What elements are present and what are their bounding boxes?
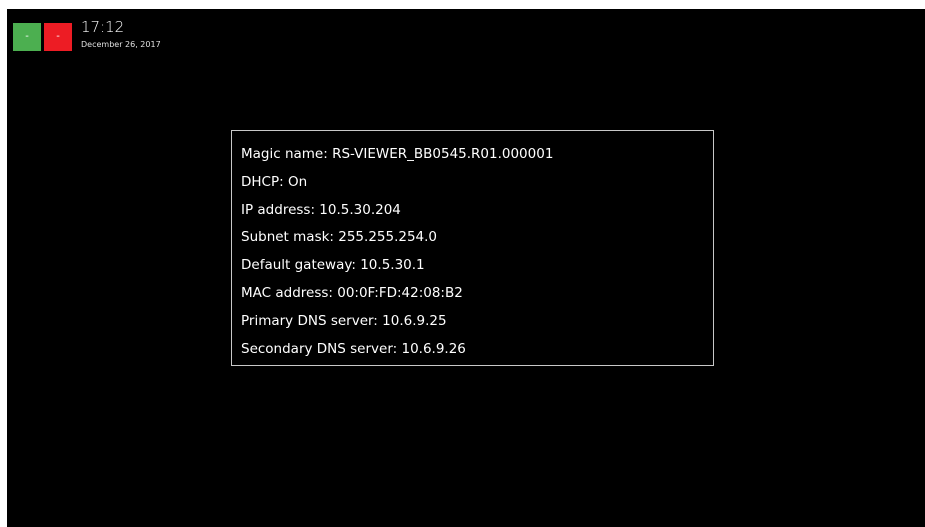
primary-dns-row: Primary DNS server: 10.6.9.25 [241,312,447,329]
clock-date: December 26, 2017 [81,40,161,49]
network-info-panel: Magic name: RS-VIEWER_BB0545.R01.000001 … [231,130,714,366]
ip-address-row: IP address: 10.5.30.204 [241,201,401,218]
mac-address-row: MAC address: 00:0F:FD:42:08:B2 [241,284,463,301]
secondary-dns-row: Secondary DNS server: 10.6.9.26 [241,340,466,357]
clock-time: 17:12 [81,18,125,36]
status-indicator-green: - [13,23,41,51]
network-info-list: Magic name: RS-VIEWER_BB0545.R01.000001 … [241,141,553,363]
subnet-mask-row: Subnet mask: 255.255.254.0 [241,229,438,246]
default-gateway-row: Default gateway: 10.5.30.1 [241,257,425,274]
magic-name-row: Magic name: RS-VIEWER_BB0545.R01.000001 [241,146,554,162]
status-indicator-red: - [44,23,72,51]
viewer-screen: - - 17:12 December 26, 2017 Magic name: … [7,9,925,527]
dhcp-row: DHCP: On [241,173,308,190]
